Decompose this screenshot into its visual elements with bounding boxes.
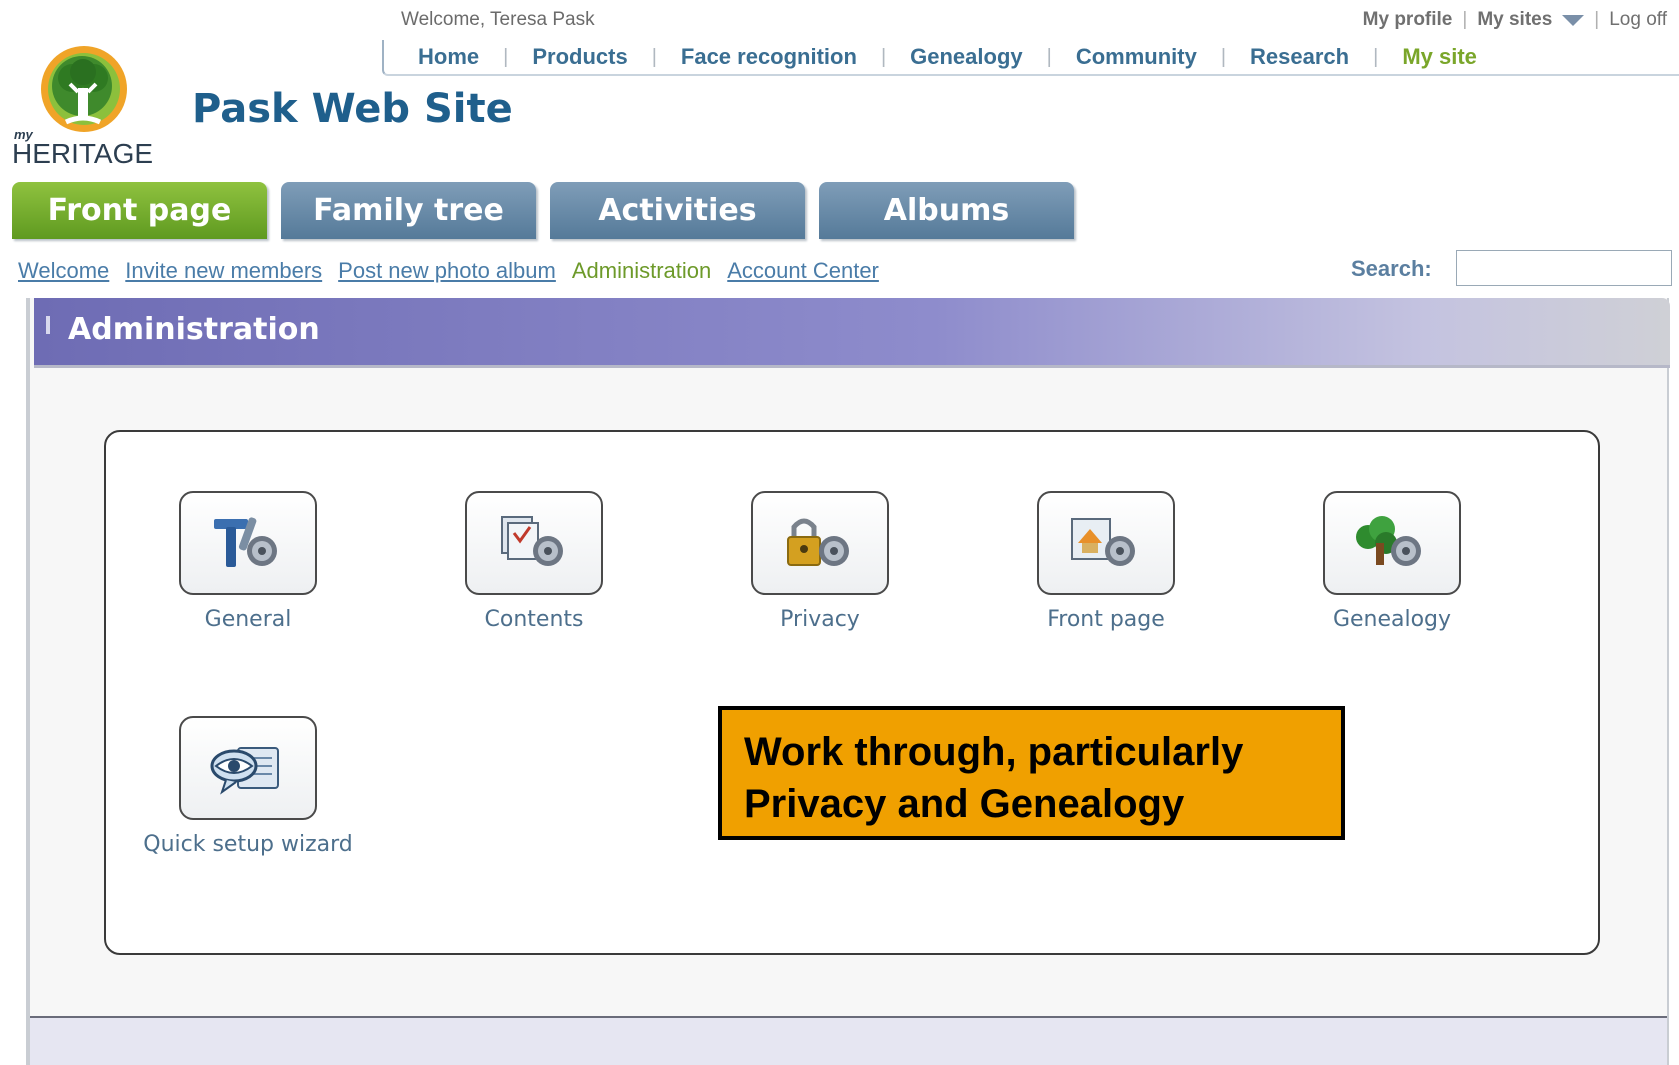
callout-line-2: Privacy and Genealogy bbox=[744, 782, 1185, 826]
nav-separator: | bbox=[1046, 45, 1052, 68]
nav-home[interactable]: Home bbox=[418, 44, 479, 70]
nav-my-site[interactable]: My site bbox=[1402, 44, 1477, 70]
header-divider bbox=[34, 365, 1670, 368]
tools-gear-icon bbox=[214, 517, 277, 567]
header-notch bbox=[46, 316, 50, 334]
genealogy-button[interactable] bbox=[1323, 491, 1461, 595]
tree-gear-icon bbox=[1356, 516, 1421, 566]
my-profile-link[interactable]: My profile bbox=[1363, 9, 1453, 31]
nav-products[interactable]: Products bbox=[532, 44, 627, 70]
admin-tile-quick-setup-wizard[interactable]: Quick setup wizard bbox=[128, 716, 368, 857]
separator: | bbox=[1594, 9, 1600, 30]
my-sites-link[interactable]: My sites bbox=[1477, 9, 1552, 31]
tab-family-tree[interactable]: Family tree bbox=[281, 182, 536, 239]
subnav-invite-new-members[interactable]: Invite new members bbox=[125, 258, 322, 284]
home-page-gear-icon bbox=[1071, 518, 1135, 566]
log-off-link[interactable]: Log off bbox=[1609, 9, 1667, 31]
tab-albums[interactable]: Albums bbox=[819, 182, 1074, 239]
quick-setup-wizard-label: Quick setup wizard bbox=[143, 832, 353, 857]
general-label: General bbox=[204, 607, 292, 632]
callout-line-1: Work through, particularly bbox=[744, 730, 1244, 774]
search-label: Search: bbox=[1351, 256, 1432, 281]
nav-separator: | bbox=[651, 45, 657, 68]
separator: | bbox=[1462, 9, 1468, 30]
nav-separator: | bbox=[1373, 45, 1379, 68]
privacy-button[interactable] bbox=[751, 491, 889, 595]
admin-tile-general[interactable]: General bbox=[128, 491, 368, 632]
subnav-welcome[interactable]: Welcome bbox=[18, 258, 109, 284]
front-page-label: Front page bbox=[1047, 607, 1165, 632]
contents-button[interactable] bbox=[465, 491, 603, 595]
subnav-administration[interactable]: Administration bbox=[572, 258, 711, 284]
administration-title: Administration bbox=[68, 312, 320, 347]
genealogy-label: Genealogy bbox=[1332, 607, 1452, 632]
nav-community[interactable]: Community bbox=[1076, 44, 1197, 70]
admin-tile-contents[interactable]: Contents bbox=[414, 491, 654, 632]
bottom-band bbox=[30, 1018, 1667, 1065]
administration-header: Administration bbox=[34, 298, 1670, 365]
nav-separator: | bbox=[503, 45, 509, 68]
eye-wizard-icon bbox=[210, 747, 279, 795]
search-input[interactable] bbox=[1456, 250, 1672, 286]
nav-face-recognition[interactable]: Face recognition bbox=[681, 44, 857, 70]
chevron-down-icon[interactable] bbox=[1562, 14, 1585, 26]
tab-activities[interactable]: Activities bbox=[550, 182, 805, 239]
documents-gear-icon bbox=[501, 516, 563, 566]
padlock-gear-icon bbox=[787, 518, 849, 566]
tab-front-page[interactable]: Front page bbox=[12, 182, 267, 239]
front-page-button[interactable] bbox=[1037, 491, 1175, 595]
sub-navigation: Welcome Invite new members Post new phot… bbox=[18, 258, 895, 284]
privacy-label: Privacy bbox=[780, 607, 860, 632]
quick-setup-wizard-button[interactable] bbox=[179, 716, 317, 820]
site-title: Pask Web Site bbox=[192, 86, 513, 132]
admin-tile-privacy[interactable]: Privacy bbox=[700, 491, 940, 632]
top-navigation: Home | Products | Face recognition | Gen… bbox=[382, 40, 1679, 76]
nav-separator: | bbox=[1220, 45, 1227, 68]
nav-separator: | bbox=[880, 45, 887, 68]
subnav-post-new-photo-album[interactable]: Post new photo album bbox=[338, 258, 556, 284]
utility-links: My profile | My sites | Log off bbox=[1363, 9, 1667, 31]
logo-wordmark: HERITAGE bbox=[12, 138, 154, 169]
nav-research[interactable]: Research bbox=[1250, 44, 1349, 70]
instruction-callout: Work through, particularly Privacy and G… bbox=[718, 706, 1345, 840]
general-button[interactable] bbox=[179, 491, 317, 595]
admin-tile-front-page[interactable]: Front page bbox=[986, 491, 1226, 632]
nav-genealogy[interactable]: Genealogy bbox=[910, 44, 1022, 70]
admin-tile-genealogy[interactable]: Genealogy bbox=[1272, 491, 1512, 632]
contents-label: Contents bbox=[484, 607, 584, 632]
subnav-account-center[interactable]: Account Center bbox=[727, 258, 879, 284]
welcome-text: Welcome, Teresa Pask bbox=[401, 9, 595, 30]
